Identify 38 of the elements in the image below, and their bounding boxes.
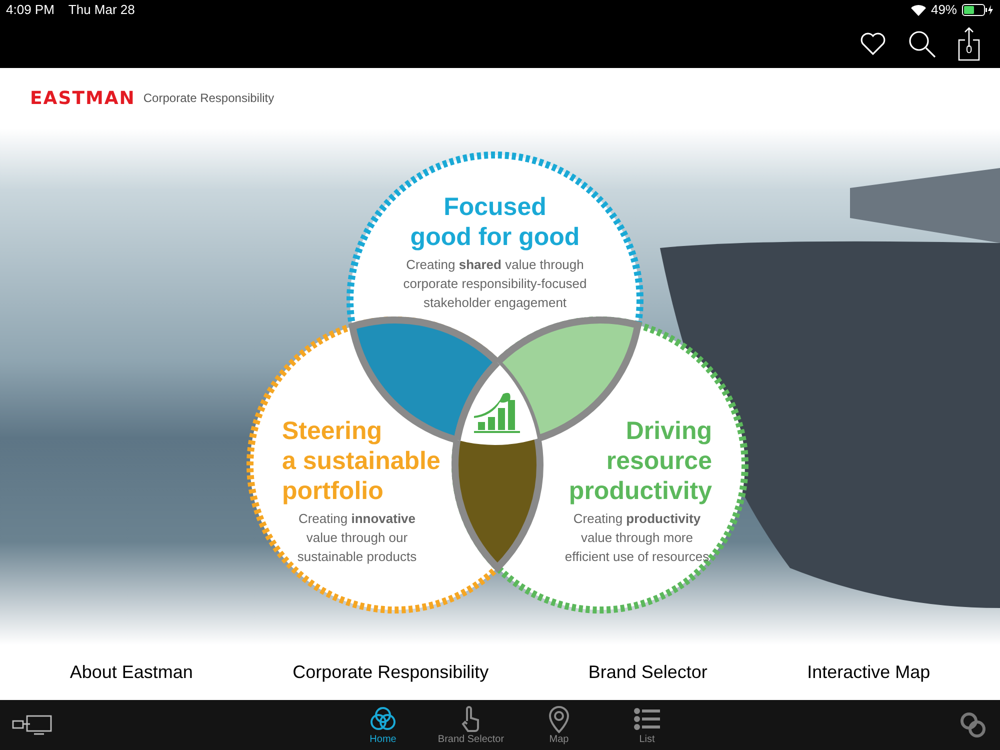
venn-description: efficient use of resources <box>564 548 710 566</box>
venn-title: productivity <box>568 476 712 506</box>
brand-logo: EASTMAN <box>30 86 136 110</box>
venn-description: Creating innovative <box>298 510 416 528</box>
venn-description: sustainable products <box>297 548 417 566</box>
venn-title: Driving <box>626 416 712 446</box>
venn-description: value through more <box>580 529 693 547</box>
battery-icon <box>962 4 994 16</box>
venn-description: value through our <box>306 529 408 547</box>
search-icon[interactable] <box>908 30 936 58</box>
venn-description: Creating productivity <box>573 510 701 528</box>
section-link[interactable]: Interactive Map <box>807 659 930 686</box>
screen-mirror-icon[interactable] <box>12 714 52 736</box>
venn-description: Creating shared value through <box>406 256 584 274</box>
venn-title: good for good <box>410 222 580 252</box>
tab-item[interactable]: Map <box>520 704 598 746</box>
tab-item[interactable]: List <box>608 704 686 746</box>
heart-icon[interactable] <box>860 32 886 56</box>
growth-chart-icon <box>474 392 520 433</box>
section-link[interactable]: Brand Selector <box>588 659 708 686</box>
wifi-icon <box>910 4 926 16</box>
section-link[interactable]: Corporate Responsibility <box>292 659 489 686</box>
section-link[interactable]: About Eastman <box>70 659 193 686</box>
venn-description: corporate responsibility-focused <box>403 275 587 293</box>
venn-title: Focused <box>444 192 546 222</box>
venn-title: Steering <box>282 416 382 446</box>
venn-description: stakeholder engagement <box>423 294 567 312</box>
venn-title: portfolio <box>282 476 384 506</box>
status-date: Thu Mar 28 <box>68 1 135 20</box>
tab-item[interactable]: Brand Selector <box>432 704 510 746</box>
share-box-button[interactable]: 0 <box>958 27 980 61</box>
venn-title: a sustainable <box>282 446 440 476</box>
brand-subtitle: Corporate Responsibility <box>143 90 274 107</box>
linked-rings-icon[interactable] <box>958 710 988 740</box>
tab-item[interactable]: Home <box>344 704 422 746</box>
status-time: 4:09 PM <box>6 1 54 20</box>
venn-title: resource <box>606 446 712 476</box>
battery-percent: 49% <box>930 1 957 20</box>
